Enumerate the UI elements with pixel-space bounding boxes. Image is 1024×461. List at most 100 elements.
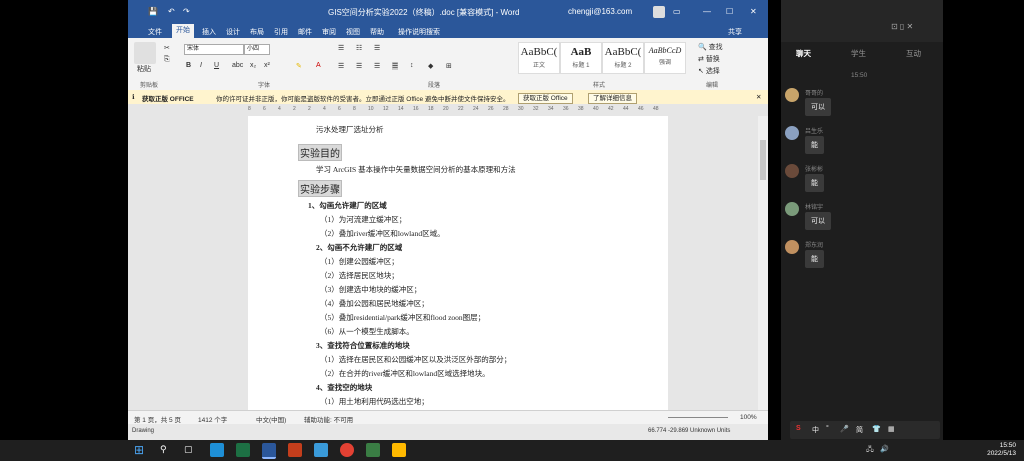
style-emphasis[interactable]: AaBbCcD 强调 — [644, 42, 686, 74]
ime-mode[interactable]: 中 — [812, 425, 819, 435]
volume-icon[interactable]: 🔊 — [880, 445, 889, 453]
ime-punct[interactable]: ° — [826, 425, 829, 432]
app-icon[interactable] — [366, 443, 380, 457]
clock[interactable]: 15:50 2022/5/13 — [987, 442, 1016, 458]
search-icon[interactable]: ⚲ — [160, 444, 167, 455]
tab-insert[interactable]: 插入 — [202, 27, 216, 37]
close-notice-icon[interactable]: ✕ — [756, 93, 761, 101]
avatar[interactable] — [653, 6, 665, 18]
share-button[interactable]: 共享 — [728, 27, 742, 37]
maximize-icon[interactable]: ☐ — [726, 7, 733, 16]
line-spacing-icon[interactable]: ↕ — [410, 62, 414, 69]
grid-icon[interactable]: ▦ — [888, 425, 895, 433]
close-icon[interactable]: ✕ — [750, 7, 757, 16]
word-count[interactable]: 1412 个字 — [198, 414, 227, 424]
avatar[interactable] — [785, 240, 799, 254]
page-count[interactable]: 第 1 页，共 5 页 — [134, 414, 181, 424]
doc-line: （3）创建选中地块的缓冲区； — [320, 285, 422, 294]
align-left-icon[interactable]: ☰ — [338, 62, 344, 70]
align-right-icon[interactable]: ☰ — [374, 62, 380, 70]
cut-icon[interactable]: ✂ — [164, 44, 170, 52]
powerpoint-icon[interactable] — [288, 443, 302, 457]
avatar[interactable] — [785, 202, 799, 216]
edge-icon[interactable] — [210, 443, 224, 457]
underline-button[interactable]: U — [214, 62, 219, 69]
font-size-select[interactable]: 小四 — [244, 44, 270, 55]
shading-icon[interactable]: ◆ — [428, 62, 433, 70]
ime-toolbar[interactable]: S 中 ° 🎤 简 👕 ▦ — [790, 421, 940, 439]
message-text: 可以 — [805, 98, 831, 116]
ime-simplified[interactable]: 简 — [856, 425, 863, 435]
superscript-button[interactable]: x² — [264, 62, 270, 69]
start-icon[interactable]: ⊞ — [134, 443, 144, 457]
tell-me-search[interactable]: 操作说明搜索 — [398, 27, 440, 37]
mic-icon[interactable]: 🎤 — [840, 425, 849, 433]
user-account[interactable]: chengji@163.com — [568, 7, 632, 16]
tab-design[interactable]: 设计 — [226, 27, 240, 37]
language[interactable]: 中文(中国) — [256, 414, 286, 424]
network-icon[interactable]: 🖧 — [866, 445, 874, 456]
ribbon-display-icon[interactable]: ▭ — [673, 7, 681, 16]
paste-button-label[interactable]: 粘贴 — [137, 64, 151, 74]
excel-icon[interactable] — [236, 443, 250, 457]
message-user: 张彬彬 — [805, 167, 824, 173]
avatar[interactable] — [785, 88, 799, 102]
doc-line: （2）选择居民区地块； — [320, 271, 399, 280]
multilevel-icon[interactable]: ☰ — [374, 44, 380, 52]
document-page[interactable]: 污水处理厂选址分析 实验目的 学习 ArcGIS 基本操作中矢量数据空间分析的基… — [248, 116, 668, 410]
accessibility[interactable]: 辅助功能: 不可用 — [304, 414, 353, 424]
chrome-icon[interactable] — [340, 443, 354, 457]
ruler-mark: 2 — [308, 106, 311, 112]
tab-interact[interactable]: 互动 — [906, 48, 921, 59]
find-button[interactable]: 🔍 查找 — [698, 42, 723, 52]
paste-icon[interactable] — [134, 42, 156, 64]
avatar[interactable] — [785, 164, 799, 178]
ime-logo-icon[interactable]: S — [796, 425, 801, 432]
avatar[interactable] — [785, 126, 799, 140]
tab-view[interactable]: 视图 — [346, 27, 360, 37]
tab-file[interactable]: 文件 — [148, 27, 162, 37]
word-icon[interactable] — [262, 443, 276, 459]
save-icon[interactable]: 💾 — [148, 7, 158, 16]
bold-button[interactable]: B — [186, 62, 191, 69]
app-icon[interactable] — [314, 443, 328, 457]
minimize-icon[interactable]: — — [703, 7, 711, 16]
select-button[interactable]: ↖ 选择 — [698, 66, 720, 76]
font-name-select[interactable]: 宋体 — [184, 44, 244, 55]
align-center-icon[interactable]: ☰ — [356, 62, 362, 70]
file-explorer-icon[interactable] — [392, 443, 406, 457]
tab-chat[interactable]: 聊天 — [796, 48, 811, 59]
tab-references[interactable]: 引用 — [274, 27, 288, 37]
redo-icon[interactable]: ↷ — [183, 7, 190, 16]
shirt-icon[interactable]: 👕 — [872, 425, 881, 433]
font-color-icon[interactable]: A — [316, 62, 321, 69]
justify-icon[interactable]: ☰ — [392, 62, 399, 70]
tab-students[interactable]: 学生 — [851, 48, 866, 59]
highlight-icon[interactable]: ✎ — [296, 62, 302, 70]
get-genuine-button[interactable]: 获取正版 Office — [518, 93, 573, 104]
learn-more-button[interactable]: 了解详细信息 — [588, 93, 637, 104]
zoom-slider[interactable] — [668, 417, 728, 418]
task-view-icon[interactable]: ▢ — [184, 444, 193, 455]
subscript-button[interactable]: x₂ — [250, 62, 256, 69]
italic-button[interactable]: I — [200, 62, 202, 69]
strikethrough-button[interactable]: abc — [232, 62, 243, 69]
borders-icon[interactable]: ⊞ — [446, 62, 452, 70]
horizontal-ruler[interactable]: 8 6 4 2 2 4 6 8 10 12 14 16 18 20 22 24 26 28 30 32 34 36 38 40… — [128, 104, 768, 116]
tab-layout[interactable]: 布局 — [250, 27, 264, 37]
replace-button[interactable]: ⇄ 替换 — [698, 54, 720, 64]
zoom-level[interactable]: 100% — [740, 414, 757, 421]
copy-icon[interactable]: ⎘ — [164, 56, 170, 64]
style-normal[interactable]: AaBbC( 正文 — [518, 42, 560, 74]
numbering-icon[interactable]: ☷ — [356, 44, 362, 52]
tab-help[interactable]: 帮助 — [370, 27, 384, 37]
tab-home[interactable]: 开始 — [172, 24, 194, 38]
style-heading-1[interactable]: AaB 标题 1 — [560, 42, 602, 74]
undo-icon[interactable]: ↶ — [168, 7, 175, 16]
window-controls-icon[interactable]: ⊡ ▯ ✕ — [891, 22, 913, 31]
tab-mailings[interactable]: 邮件 — [298, 27, 312, 37]
style-heading-2[interactable]: AaBbC( 标题 2 — [602, 42, 644, 74]
scrollbar-thumb[interactable] — [760, 140, 766, 180]
tab-review[interactable]: 审阅 — [322, 27, 336, 37]
bullets-icon[interactable]: ☰ — [338, 44, 344, 52]
